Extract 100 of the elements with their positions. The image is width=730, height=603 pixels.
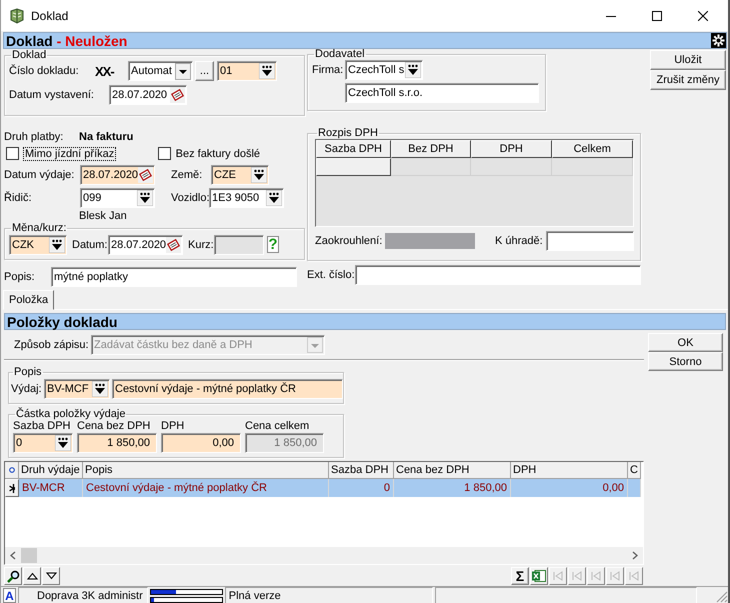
scrollbar-thumb[interactable] <box>21 548 37 563</box>
dropdown-icon[interactable] <box>259 63 275 79</box>
vehicle-dropdown[interactable]: 1E3 9050 <box>209 188 284 208</box>
series-dropdown[interactable]: Automat <box>128 61 193 81</box>
dropdown-icon[interactable] <box>137 190 153 206</box>
column-header[interactable]: DPH <box>511 462 628 479</box>
dropdown-icon[interactable] <box>405 62 421 78</box>
tab[interactable]: Položka <box>3 290 54 310</box>
expense-name-field[interactable]: Cestovní výdaje - mýtné poplatky ČR <box>112 378 343 398</box>
column-header[interactable]: Sazba DPH <box>316 140 391 158</box>
supplier-dropdown[interactable]: CzechToll s. <box>345 60 423 80</box>
dropdown-icon[interactable] <box>251 167 267 183</box>
field-label: Zaokrouhlení: <box>315 235 384 247</box>
due-field[interactable] <box>546 231 634 251</box>
driver-dropdown[interactable]: 099 <box>80 188 155 208</box>
description-field[interactable]: mýtné poplatky <box>51 266 297 286</box>
calendar-icon[interactable] <box>138 167 153 183</box>
maximize-icon[interactable] <box>652 10 662 20</box>
asterisk-icon <box>9 484 15 492</box>
horizontal-scrollbar[interactable] <box>5 547 643 564</box>
field-label: Vozidlo: <box>171 192 209 204</box>
column-header[interactable]: C <box>628 462 641 479</box>
table-cell: BV-MCR <box>19 479 83 497</box>
gear-icon[interactable] <box>711 33 726 48</box>
field-label: Datum výdaje: <box>4 169 76 181</box>
dialog-button[interactable]: OK <box>648 333 723 352</box>
field-label: Sazba DPH <box>13 420 72 433</box>
nav-icon <box>628 570 640 582</box>
checkbox-label[interactable]: Mimo jízdní příkaz <box>24 148 116 160</box>
amount-field[interactable]: 1 850,00 <box>77 433 157 453</box>
status-edition: Plná verze <box>224 587 433 603</box>
table-cell: 0,00 <box>511 479 628 497</box>
window-title: Doklad <box>31 8 68 22</box>
search-icon <box>6 570 20 582</box>
field-label: Kurz: <box>188 238 214 250</box>
status-badge: A <box>3 588 16 603</box>
field-label: Řidič: <box>4 192 33 204</box>
dropdown-icon[interactable] <box>266 190 282 206</box>
group-title: Rozpis DPH <box>317 128 379 139</box>
field-label: Země: <box>171 169 204 181</box>
browse-button[interactable]: ... <box>195 61 214 81</box>
dropdown-icon[interactable] <box>55 435 71 451</box>
calendar-icon[interactable] <box>166 236 181 252</box>
date-field[interactable]: 28.07.2020 <box>80 165 155 185</box>
table-row[interactable]: BV-MCR Cestovní výdaje - mýtné poplatky ČR 0 1 850,00 0,00 <box>5 479 643 497</box>
calendar-icon[interactable] <box>170 87 185 103</box>
field-label: Datum vystavení: <box>9 89 95 101</box>
column-header[interactable]: Cena bez DPH <box>394 462 511 479</box>
sum-button[interactable]: Σ <box>511 567 529 585</box>
dropdown-icon[interactable] <box>92 380 108 396</box>
up-triangle-icon <box>26 572 38 580</box>
date-field[interactable]: 28.07.2020 <box>108 234 183 254</box>
search-button[interactable] <box>4 567 22 585</box>
dropdown-icon[interactable] <box>49 236 65 252</box>
section-title: Doklad - Neuložen <box>6 32 128 48</box>
vat-rate-dropdown[interactable]: 0 <box>13 433 73 453</box>
checkbox-label[interactable]: Bez faktury došlé <box>176 148 260 160</box>
amount-field[interactable]: 0,00 <box>161 433 241 453</box>
date-field[interactable]: 28.07.2020 <box>109 85 187 105</box>
column-header[interactable]: Bez DPH <box>390 140 472 158</box>
down-triangle-icon <box>46 572 56 580</box>
app-icon <box>9 8 25 24</box>
column-header[interactable]: Celkem <box>552 140 633 158</box>
close-icon[interactable] <box>698 10 708 20</box>
field-label: Firma: <box>312 64 344 76</box>
first-record-button[interactable] <box>549 567 567 585</box>
previous-record-button[interactable] <box>568 567 586 585</box>
last-record-button[interactable] <box>606 567 624 585</box>
supplier-name-field[interactable]: CzechToll s.r.o. <box>345 83 539 103</box>
group-title: Dodavatel <box>314 49 366 60</box>
rate-field[interactable] <box>214 234 264 254</box>
action-button[interactable]: Zrušit změny <box>650 70 726 90</box>
field-label: Cena celkem <box>245 420 310 433</box>
group-title: Doklad <box>11 50 48 61</box>
field-label: Druh platby: <box>4 131 64 143</box>
next-record-button[interactable] <box>587 567 605 585</box>
help-icon[interactable]: ? <box>267 236 279 253</box>
excel-export-button[interactable] <box>530 567 548 585</box>
currency-dropdown[interactable]: CZK <box>9 234 67 254</box>
dialog-button[interactable]: Storno <box>648 352 723 371</box>
checkbox[interactable] <box>6 147 19 160</box>
move-down-button[interactable] <box>42 567 60 585</box>
column-header[interactable]: DPH <box>471 140 552 158</box>
spreadsheet-icon <box>532 570 546 582</box>
action-button[interactable]: Uložit <box>650 50 726 70</box>
field-label: K úhradě: <box>495 235 544 247</box>
refresh-button[interactable] <box>625 567 643 585</box>
column-header[interactable]: Druh výdaje <box>19 462 83 479</box>
field-label: Cena bez DPH <box>77 420 152 433</box>
country-dropdown[interactable]: CZE <box>211 165 269 185</box>
driver-name: Blesk Jan <box>79 210 127 222</box>
nav-icon <box>590 570 602 582</box>
field-label: Ext. číslo: <box>307 268 355 280</box>
column-header[interactable]: Popis <box>83 462 329 479</box>
ext-number-field[interactable] <box>355 264 641 284</box>
column-header[interactable]: Sazba DPH <box>329 462 394 479</box>
move-up-button[interactable] <box>23 567 41 585</box>
checkbox[interactable] <box>158 147 171 160</box>
expense-dropdown[interactable]: BV-MCF <box>44 378 110 398</box>
number-field[interactable]: 01 <box>217 61 277 81</box>
